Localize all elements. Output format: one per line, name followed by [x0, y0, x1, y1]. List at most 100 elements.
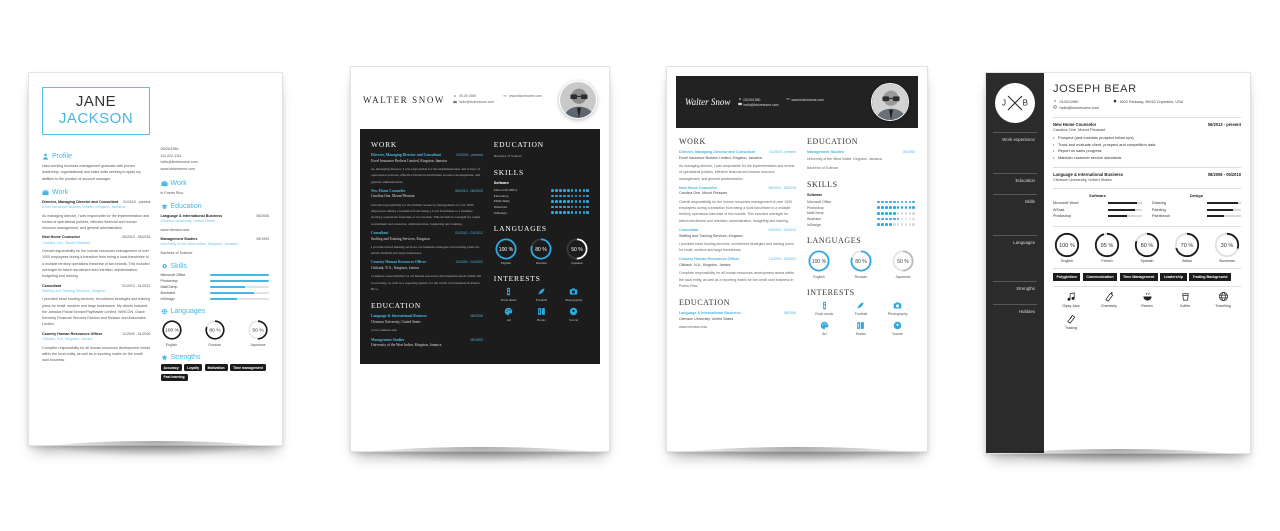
- education-heading-right: EDUCATION: [493, 140, 544, 149]
- sidebar-item-work-experience[interactable]: Work experience: [993, 132, 1037, 142]
- phone-icon: [454, 95, 456, 97]
- hobby-label: Chemistry: [1100, 303, 1118, 308]
- flask-icon: [1104, 291, 1113, 302]
- coffee-cup-icon: [1181, 293, 1189, 301]
- resume-page-joseph-bear[interactable]: J B Work experience Education Skills Lan…: [985, 72, 1251, 465]
- education-school: University of the West Indies, Kingston,…: [160, 242, 238, 247]
- contact-item[interactable]: www.kickresume.com: [161, 166, 270, 173]
- skill-dots: [877, 212, 915, 215]
- education-extra[interactable]: www.clemson.edu: [371, 327, 483, 333]
- education-school: University of the West Indies, Kingston,…: [807, 156, 882, 161]
- skill-row: Microsoft Office: [494, 188, 589, 192]
- phone-icon: [739, 98, 742, 100]
- interest-grid: Rock music Football Photography Art Book…: [494, 287, 589, 322]
- skill-row: AtTask: [1053, 208, 1142, 212]
- interest-label: Art: [506, 317, 512, 322]
- contact-text: www.kickresume.com: [791, 98, 825, 102]
- hobby-label: Gipsy Jazz: [1062, 303, 1080, 308]
- skills-subheading: Software: [493, 181, 509, 186]
- football-icon: [538, 288, 545, 295]
- job-item: Director, Managing Director and Consulta…: [42, 200, 151, 232]
- education-school: Clemson University, United States: [371, 319, 421, 324]
- language-gauge: 100 % English: [161, 319, 183, 347]
- education-heading: EDUCATION: [679, 298, 731, 308]
- education-date: 05/1993: [470, 337, 483, 342]
- sidebar-item-languages[interactable]: Languages: [993, 235, 1037, 245]
- language-gauge: 80 % Spanish: [1133, 231, 1161, 263]
- language-gauges: 100 % English 80 % Russian 50 % Japanese: [161, 319, 270, 347]
- contact-item[interactable]: www.kickresume.com: [503, 94, 542, 100]
- interest-item: Art: [494, 307, 524, 322]
- interest-item: Football: [526, 287, 556, 302]
- svg-text:50 %: 50 %: [897, 258, 909, 264]
- job-date: 11/2000 - 04/2002: [768, 257, 796, 262]
- interest-item: Art: [807, 321, 842, 336]
- languages-heading-label: Languages: [170, 307, 206, 315]
- skill-dots: [551, 211, 589, 214]
- skills-heading: SKILLS: [807, 180, 838, 190]
- education-extra: Bachelor of Science: [160, 250, 193, 255]
- interest-label: Soccer: [892, 331, 904, 336]
- language-name: Russian: [854, 274, 868, 279]
- profile-text: Hard working business management graduat…: [42, 164, 141, 181]
- skill-row: Illustrator: [494, 205, 589, 209]
- home-icon: [1113, 99, 1117, 103]
- contact-item[interactable]: hello@kickresume.com: [1053, 105, 1099, 111]
- left-column: WORK Director, Managing Director and Con…: [371, 140, 483, 350]
- trade-icon: [1066, 314, 1075, 324]
- contact-item[interactable]: hello@kickresume.com: [161, 159, 270, 166]
- job-text: Complete responsibility for all human re…: [371, 274, 482, 292]
- contact-list: 05/25/1980 111-222-1111 hello@kickresume…: [161, 146, 270, 173]
- education-item: Management Studies 05/1993 University of t…: [371, 338, 483, 349]
- skill-name: Microsoft Word: [1053, 201, 1079, 206]
- skill-name: Photoshop: [807, 205, 824, 210]
- divider: [1053, 188, 1241, 190]
- skill-bar: [1207, 208, 1241, 211]
- interest-item: Rock music: [807, 301, 842, 316]
- sidebar-item-strengths[interactable]: Strengths: [993, 281, 1037, 291]
- job-text: I provided head hunting services, recrui…: [371, 244, 480, 256]
- work-heading: WORK: [679, 137, 706, 146]
- interest-label: Books: [537, 317, 546, 322]
- skill-name: Photoshop: [160, 278, 178, 283]
- education-extra[interactable]: www.clemson.edu: [679, 324, 796, 330]
- contact-item[interactable]: www.kickresume.com: [786, 97, 824, 102]
- sidebar-item-skills[interactable]: Skills: [993, 194, 1037, 204]
- job-company: Excel Insurance Brokers Limited, Kingsto…: [371, 158, 447, 163]
- strength-tag: Polyglotism: [1053, 272, 1081, 281]
- job-date: 01/2010 - 01/2012: [768, 227, 796, 232]
- job-item: Country Human Resources Officer 11/2000 -…: [679, 257, 796, 289]
- contact-column: 1600 Parkway, 95043 Cupertino, USA: [1113, 99, 1183, 112]
- language-name: English: [813, 274, 825, 279]
- candidate-name: WALTER SNOW: [363, 95, 446, 105]
- contact-item[interactable]: hello@kickresume.com: [738, 102, 778, 107]
- skills-column-software: Software Microsoft Word AtTask Photoshop: [1053, 193, 1142, 221]
- skill-row: Photoshop: [494, 194, 589, 198]
- mail-icon: [1053, 105, 1057, 109]
- sidebar-item-education[interactable]: Education: [993, 173, 1037, 183]
- skill-dots: [877, 223, 915, 226]
- resume-page-walter-snow-dark[interactable]: WALTER SNOW 05.25.1980 hello@kickresume.…: [350, 66, 610, 463]
- contact-item[interactable]: hello@kickresume.com: [453, 100, 494, 106]
- svg-text:50 %: 50 %: [252, 328, 264, 334]
- interest-item: Rock music: [494, 287, 524, 302]
- interest-label: Art: [822, 331, 827, 336]
- books-icon: [857, 321, 865, 329]
- skill-dots: [877, 206, 915, 210]
- ramen-bowl-icon: [1142, 292, 1152, 301]
- languages-heading: LANGUAGES: [807, 235, 862, 245]
- divider: [1053, 167, 1241, 169]
- job-company: Citibank, N.A. Kingston, Jamica: [42, 337, 93, 342]
- languages-heading: LANGUAGES: [493, 223, 547, 233]
- skill-name: MailChimp: [493, 199, 510, 204]
- skill-dots: [551, 205, 589, 209]
- resume-page-jane-jackson[interactable]: JANE JACKSON Profile Hard working busine…: [28, 72, 283, 457]
- skill-name: InDesign: [807, 222, 821, 227]
- education-degree: Bachelor of Science: [493, 154, 522, 158]
- interests-heading: INTERESTS: [493, 273, 541, 283]
- skill-bar: [210, 291, 269, 294]
- sidebar-item-hobbies[interactable]: Hobbies: [993, 304, 1037, 314]
- job-company: Carolina One, Mount Pleasant: [371, 194, 415, 199]
- resume-page-walter-snow-light[interactable]: Walter Snow 03/25/1980 hello@kickresume.…: [666, 66, 928, 463]
- skill-dots: [551, 189, 589, 192]
